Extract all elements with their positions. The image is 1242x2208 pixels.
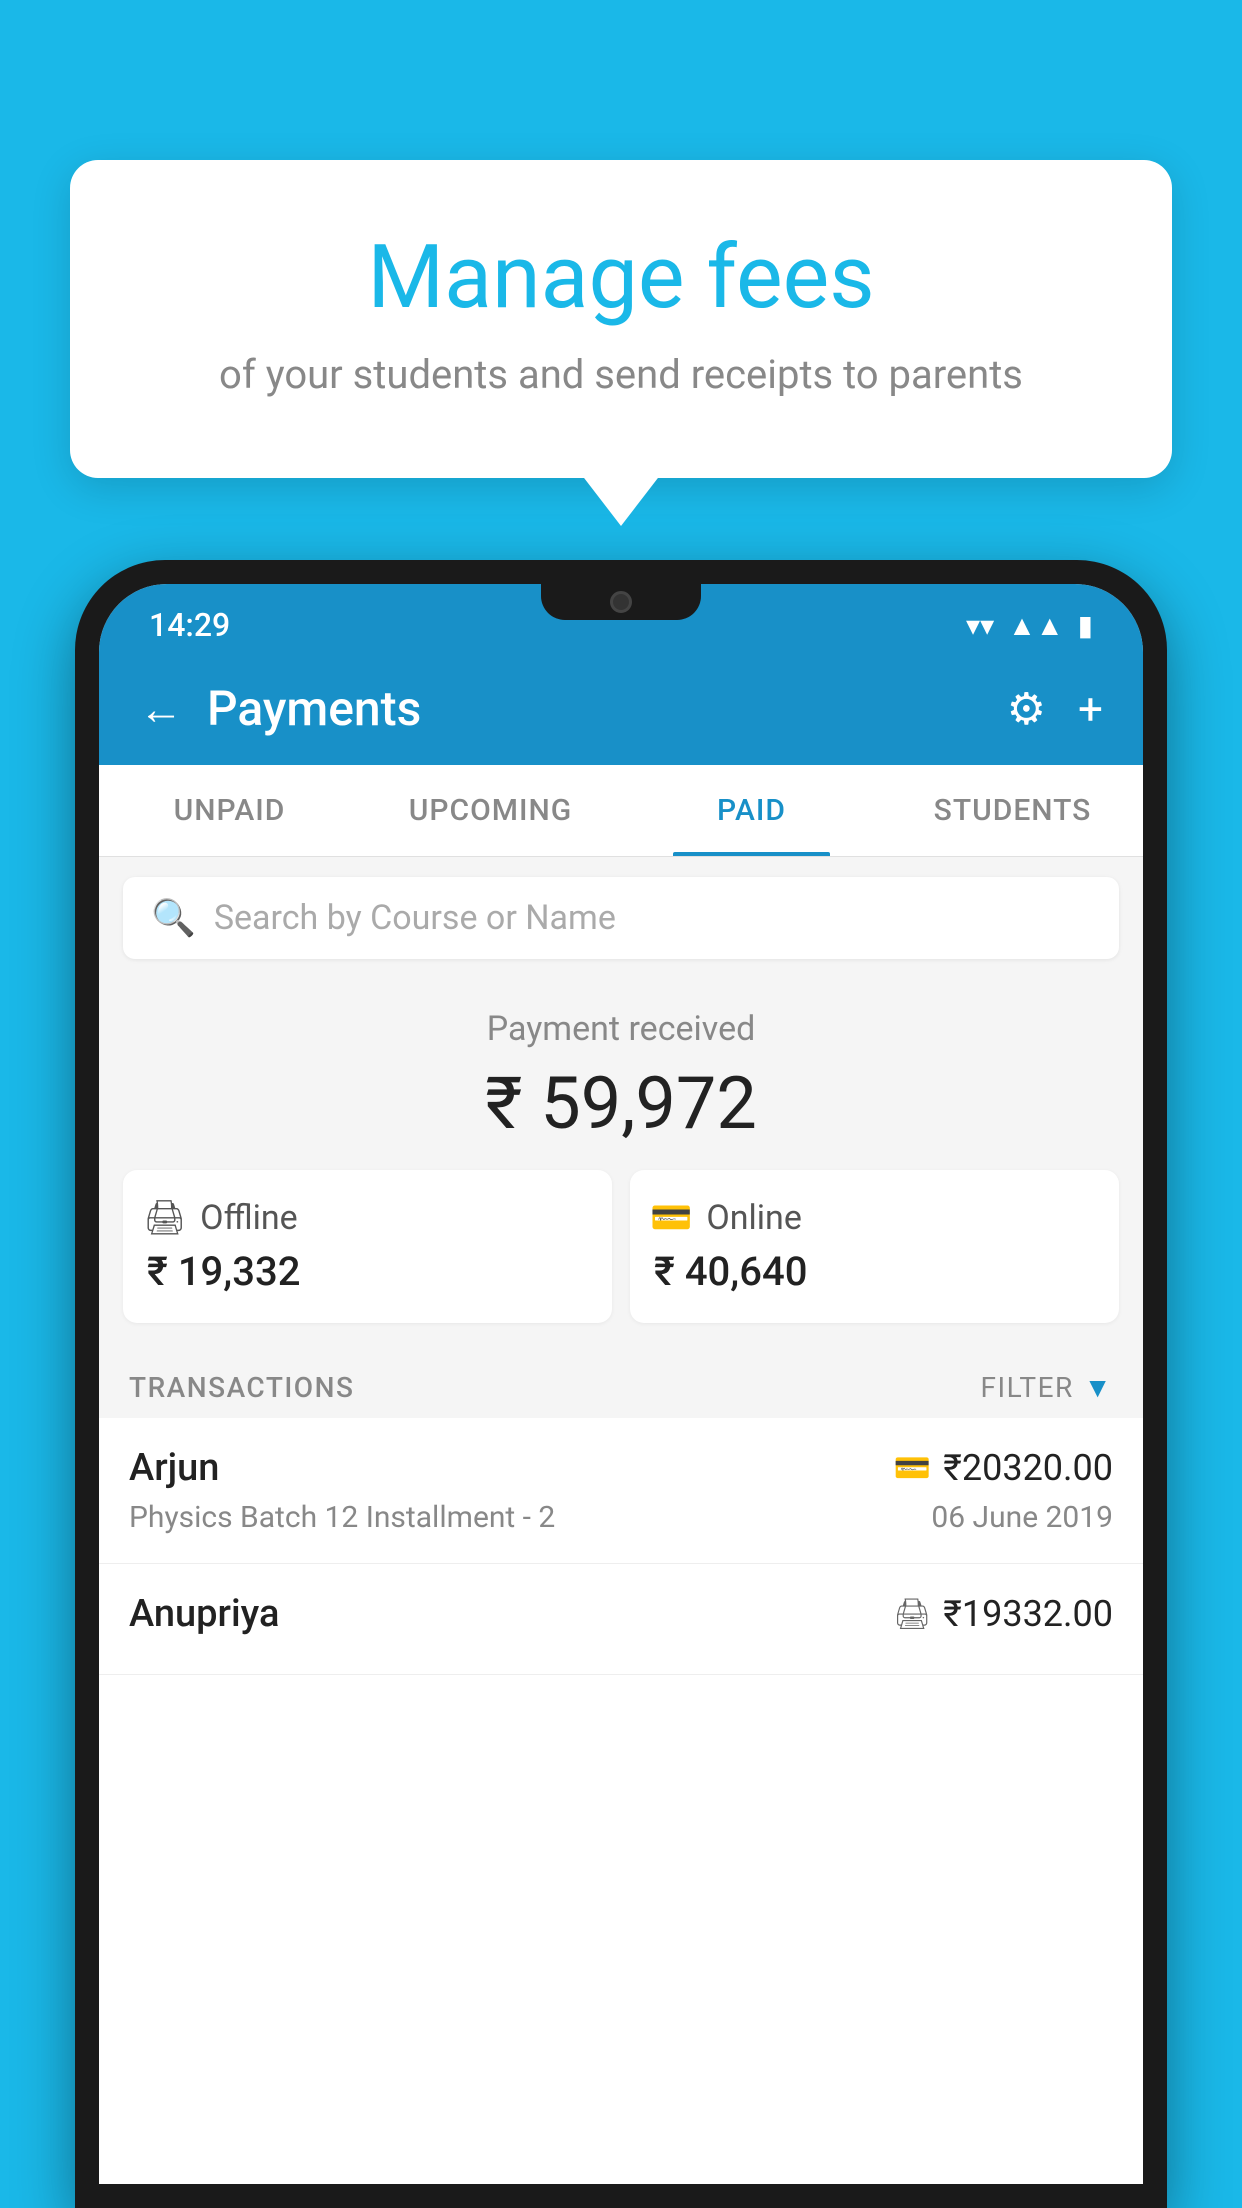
payment-type-icon: 💳 (894, 1451, 931, 1486)
search-placeholder: Search by Course or Name (214, 898, 616, 938)
payment-received-label: Payment received (123, 1009, 1119, 1049)
offline-payment-card: 🖨 Offline ₹ 19,332 (123, 1170, 612, 1323)
tooltip-subtitle: of your students and send receipts to pa… (130, 351, 1112, 398)
battery-icon: ▮ (1078, 609, 1093, 642)
header-right: ⚙ + (1007, 683, 1103, 735)
online-amount: ₹ 40,640 (650, 1248, 807, 1295)
filter-label: FILTER (980, 1371, 1073, 1404)
add-icon[interactable]: + (1078, 683, 1103, 735)
filter-icon: ▼ (1084, 1371, 1113, 1404)
search-bar[interactable]: 🔍 Search by Course or Name (123, 877, 1119, 959)
transaction-course: Physics Batch 12 Installment - 2 (129, 1500, 555, 1535)
transactions-label: TRANSACTIONS (129, 1371, 354, 1404)
search-icon: 🔍 (151, 897, 196, 939)
offline-card-header: 🖨 Offline (143, 1198, 298, 1238)
offline-icon: 🖨 (143, 1198, 186, 1238)
status-icons: ▾▾ ▲▲ ▮ (966, 609, 1093, 642)
online-icon: 💳 (650, 1198, 692, 1238)
camera (610, 591, 632, 613)
tab-students[interactable]: STUDENTS (882, 765, 1143, 856)
phone-notch (541, 584, 701, 620)
search-bar-wrap: 🔍 Search by Course or Name (99, 857, 1143, 979)
payment-received-section: Payment received ₹ 59,972 🖨 Offline ₹ 19… (99, 979, 1143, 1347)
header-left: ← Payments (139, 680, 421, 737)
wifi-icon: ▾▾ (966, 609, 994, 642)
status-time: 14:29 (149, 606, 230, 644)
offline-amount: ₹ 19,332 (143, 1248, 300, 1295)
transaction-main-row: Anupriya 🖨 ₹19332.00 (129, 1592, 1113, 1636)
transaction-item[interactable]: Anupriya 🖨 ₹19332.00 (99, 1564, 1143, 1675)
transaction-item[interactable]: Arjun 💳 ₹20320.00 Physics Batch 12 Insta… (99, 1418, 1143, 1564)
tab-upcoming[interactable]: UPCOMING (360, 765, 621, 856)
payment-received-amount: ₹ 59,972 (123, 1061, 1119, 1146)
app-header: ← Payments ⚙ + (99, 656, 1143, 765)
tooltip-card: Manage fees of your students and send re… (70, 160, 1172, 478)
payment-cards: 🖨 Offline ₹ 19,332 💳 Online ₹ 40,640 (123, 1170, 1119, 1323)
transaction-amount-wrap: 🖨 ₹19332.00 (893, 1593, 1113, 1635)
online-card-header: 💳 Online (650, 1198, 802, 1238)
filter-button[interactable]: FILTER ▼ (980, 1371, 1113, 1404)
settings-icon[interactable]: ⚙ (1007, 683, 1046, 735)
transaction-amount-wrap: 💳 ₹20320.00 (894, 1447, 1113, 1489)
offline-label: Offline (200, 1198, 297, 1238)
transaction-date: 06 June 2019 (931, 1500, 1113, 1535)
back-button[interactable]: ← (139, 683, 183, 735)
tab-unpaid[interactable]: UNPAID (99, 765, 360, 856)
transaction-amount: ₹20320.00 (943, 1447, 1113, 1489)
tabs-bar: UNPAID UPCOMING PAID STUDENTS (99, 765, 1143, 857)
signal-icon: ▲▲ (1008, 609, 1063, 642)
phone-screen: 14:29 ▾▾ ▲▲ ▮ ← Payments ⚙ + UNPAID UPCO… (99, 584, 1143, 2184)
tab-paid[interactable]: PAID (621, 765, 882, 856)
transaction-main-row: Arjun 💳 ₹20320.00 (129, 1446, 1113, 1490)
transaction-name: Arjun (129, 1446, 219, 1490)
transaction-name: Anupriya (129, 1592, 279, 1636)
transaction-list: Arjun 💳 ₹20320.00 Physics Batch 12 Insta… (99, 1418, 1143, 2184)
page-title: Payments (207, 680, 421, 737)
online-label: Online (706, 1198, 802, 1238)
transactions-header: TRANSACTIONS FILTER ▼ (99, 1347, 1143, 1418)
tooltip-title: Manage fees (130, 230, 1112, 327)
transaction-amount: ₹19332.00 (943, 1593, 1113, 1635)
transaction-sub-row: Physics Batch 12 Installment - 2 06 June… (129, 1500, 1113, 1535)
payment-type-icon: 🖨 (893, 1597, 931, 1632)
online-payment-card: 💳 Online ₹ 40,640 (630, 1170, 1119, 1323)
phone-frame: 14:29 ▾▾ ▲▲ ▮ ← Payments ⚙ + UNPAID UPCO… (75, 560, 1167, 2208)
